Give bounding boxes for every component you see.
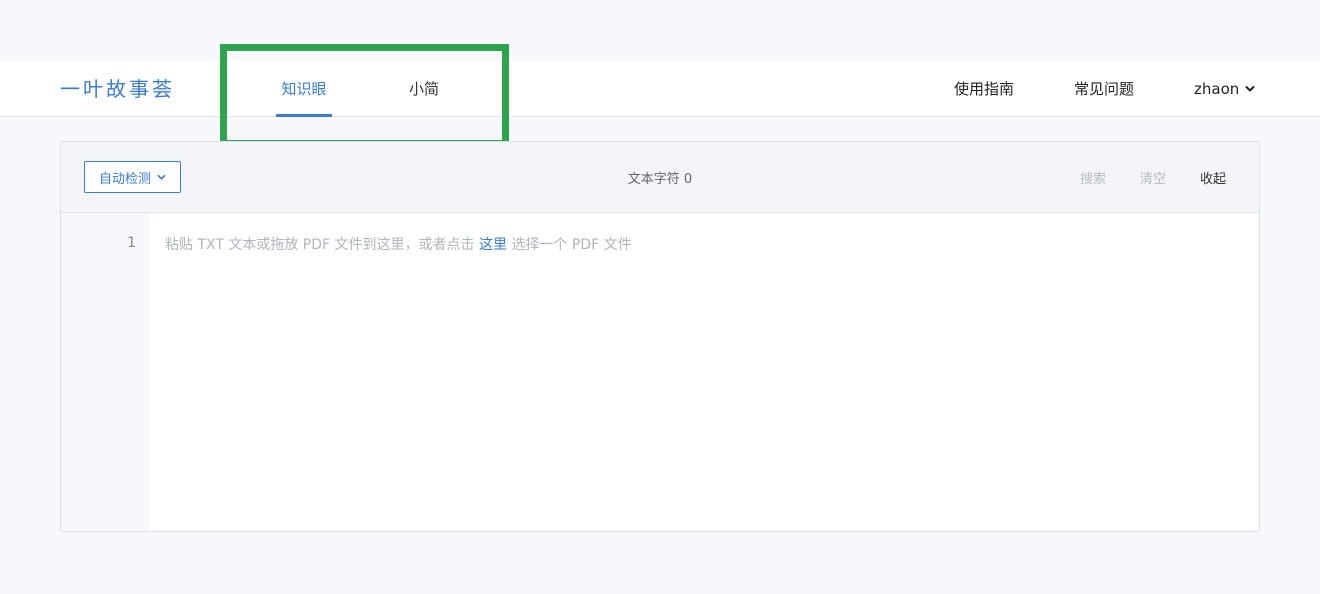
top-navbar: 一叶故事荟 知识眼 小简 使用指南 常见问题 zhaon bbox=[0, 61, 1320, 117]
text-editor-panel: 自动检测 文本字符 0 搜索 清空 收起 1 粘贴 TXT 文本或拖放 PDF … bbox=[60, 141, 1260, 532]
usage-guide-link[interactable]: 使用指南 bbox=[954, 61, 1014, 117]
active-tab-indicator bbox=[276, 114, 332, 117]
tab-label: 小简 bbox=[408, 80, 439, 98]
faq-link[interactable]: 常见问题 bbox=[1074, 61, 1134, 117]
line-number: 1 bbox=[127, 235, 136, 251]
app-logo[interactable]: 一叶故事荟 bbox=[60, 75, 175, 103]
tab-zhishiyan[interactable]: 知识眼 bbox=[276, 61, 332, 117]
username: zhaon bbox=[1194, 80, 1240, 98]
chevron-down-icon bbox=[1245, 86, 1255, 92]
placeholder-prefix: 粘贴 TXT 文本或拖放 PDF 文件到这里，或者点击 bbox=[165, 237, 475, 253]
editor-toolbar: 自动检测 文本字符 0 搜索 清空 收起 bbox=[61, 142, 1259, 213]
line-number-gutter: 1 bbox=[61, 213, 149, 531]
placeholder-suffix: 选择一个 PDF 文件 bbox=[511, 237, 632, 253]
tab-label: 知识眼 bbox=[281, 80, 327, 98]
tab-xiaojian[interactable]: 小简 bbox=[404, 61, 444, 117]
editor-placeholder[interactable]: 粘贴 TXT 文本或拖放 PDF 文件到这里，或者点击 这里 选择一个 PDF … bbox=[165, 234, 632, 254]
search-button[interactable]: 搜索 bbox=[1080, 168, 1106, 187]
select-pdf-link[interactable]: 这里 bbox=[479, 237, 507, 253]
user-menu[interactable]: zhaon bbox=[1194, 61, 1255, 117]
clear-button[interactable]: 清空 bbox=[1140, 168, 1166, 187]
collapse-button[interactable]: 收起 bbox=[1200, 168, 1226, 187]
